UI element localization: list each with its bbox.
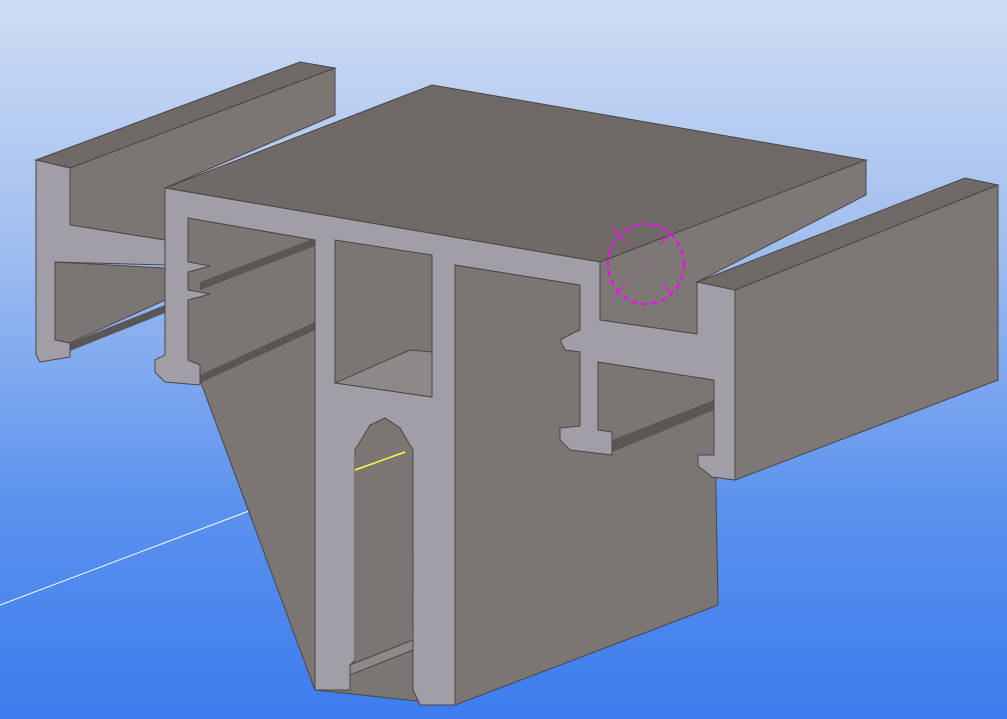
extrusion-profile-model[interactable] <box>0 0 1007 719</box>
slot-inner-face <box>355 452 413 660</box>
3d-viewport[interactable] <box>0 0 1007 719</box>
